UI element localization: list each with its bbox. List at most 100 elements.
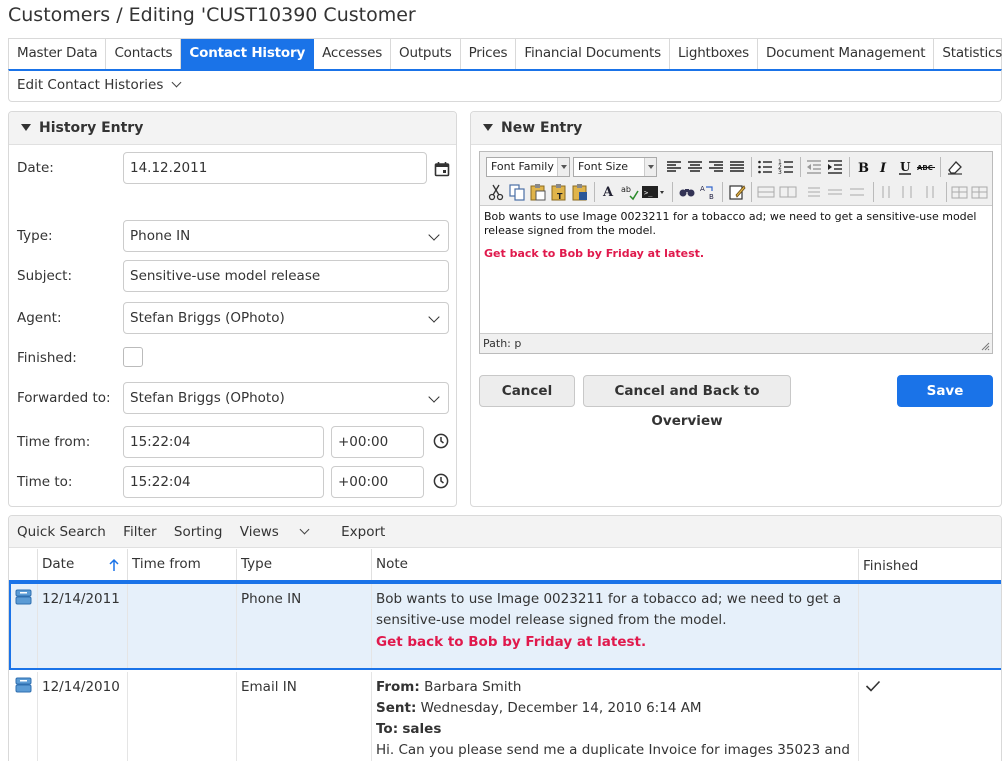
header-note[interactable]: Note (372, 549, 859, 580)
numbered-list-icon[interactable]: 123 (776, 157, 796, 177)
tab-financial-documents[interactable]: Financial Documents (516, 39, 670, 69)
agent-label: Agent: (17, 310, 62, 326)
from-value: Barbara Smith (424, 679, 522, 695)
clock-icon[interactable] (433, 433, 449, 449)
history-entry-header[interactable]: History Entry (9, 112, 456, 145)
tab-contacts[interactable]: Contacts (106, 39, 182, 69)
find-icon[interactable] (677, 182, 697, 202)
edit-contact-histories-label: Edit Contact Histories (17, 77, 164, 93)
font-size-label: Font Size (578, 160, 629, 173)
calendar-icon[interactable] (434, 161, 450, 177)
indent-icon[interactable] (825, 157, 845, 177)
editor-toolbar: Font Family Font Size 123 B I U ABC T A … (480, 152, 992, 206)
filter-button[interactable]: Filter (123, 524, 156, 540)
new-entry-header[interactable]: New Entry (471, 112, 1001, 145)
table-row[interactable]: 12/14/2011 Phone IN Bob wants to use Ima… (9, 582, 1001, 670)
table-merge-icons[interactable] (756, 182, 800, 202)
tab-outputs[interactable]: Outputs (391, 39, 461, 69)
time-from-input[interactable]: 15:22:04 (123, 426, 324, 458)
header-time-from[interactable]: Time from (128, 549, 237, 580)
table-row-icons[interactable] (804, 182, 870, 202)
eraser-icon[interactable] (945, 157, 965, 177)
resize-handle-icon[interactable] (980, 341, 990, 351)
tab-statistics[interactable]: Statistics (934, 39, 1006, 69)
time-to-input[interactable]: 15:22:04 (123, 466, 324, 498)
collapse-triangle-icon (483, 124, 493, 131)
header-date[interactable]: Date (38, 549, 128, 580)
tab-document-management[interactable]: Document Management (758, 39, 935, 69)
time-to-timezone[interactable]: +00:00 (331, 466, 424, 498)
align-right-icon[interactable] (706, 157, 726, 177)
code-icon[interactable]: >_ (641, 182, 665, 202)
bullet-list-icon[interactable] (755, 157, 775, 177)
editor-content[interactable]: Bob wants to use Image 0023211 for a tob… (480, 206, 992, 265)
tab-master-data[interactable]: Master Data (9, 39, 107, 69)
align-center-icon[interactable] (685, 157, 705, 177)
text-color-icon[interactable]: A (599, 182, 619, 202)
underline-icon[interactable]: U (895, 157, 915, 177)
agent-select[interactable]: Stefan Briggs (OPhoto) (123, 302, 449, 334)
paste-icon[interactable] (528, 182, 548, 202)
table-column-icons[interactable] (877, 182, 943, 202)
row-date: 12/14/2011 (38, 584, 128, 668)
edit-icon[interactable] (727, 182, 747, 202)
header-icon-column (9, 549, 38, 580)
table-row[interactable]: 12/14/2010 Email IN From: Barbara Smith … (9, 672, 1001, 761)
sorting-button[interactable]: Sorting (174, 524, 223, 540)
svg-text:U: U (900, 160, 911, 174)
tab-prices[interactable]: Prices (461, 39, 517, 69)
chevron-down-icon (428, 311, 440, 323)
header-finished[interactable]: Finished (859, 549, 1001, 580)
tab-contact-history[interactable]: Contact History (181, 39, 315, 69)
font-size-select[interactable]: Font Size (573, 157, 657, 177)
tab-lightboxes[interactable]: Lightboxes (670, 39, 758, 69)
email-to-line: To: sales (376, 719, 854, 740)
spellcheck-icon[interactable]: ab (620, 182, 640, 202)
row-type: Email IN (237, 672, 372, 761)
svg-text:I: I (879, 161, 887, 176)
row-finished (859, 672, 1001, 761)
date-field[interactable]: 14.12.2011 (123, 152, 427, 184)
type-value: Phone IN (130, 228, 191, 244)
replace-icon[interactable]: AB (698, 182, 718, 202)
sent-value: Wednesday, December 14, 2010 6:14 AM (420, 700, 702, 716)
to-label: To: (376, 721, 399, 737)
justify-icon[interactable] (727, 157, 747, 177)
toolbar-separator (940, 157, 941, 177)
table-icons[interactable] (950, 182, 990, 202)
header-type[interactable]: Type (237, 549, 372, 580)
chevron-down-icon (428, 229, 440, 241)
row-note: Bob wants to use Image 0023211 for a tob… (372, 584, 859, 668)
forwarded-to-select[interactable]: Stefan Briggs (OPhoto) (123, 382, 449, 414)
type-label: Type: (17, 228, 53, 244)
cancel-and-back-button[interactable]: Cancel and Back to Overview (583, 375, 791, 429)
edit-contact-histories-menu[interactable]: Edit Contact Histories (8, 69, 1002, 102)
clock-icon[interactable] (433, 473, 449, 489)
cut-icon[interactable] (486, 182, 506, 202)
bold-icon[interactable]: B (853, 157, 873, 177)
copy-icon[interactable] (507, 182, 527, 202)
tab-accesses[interactable]: Accesses (314, 39, 392, 69)
toolbar-separator (751, 182, 752, 202)
time-from-timezone[interactable]: +00:00 (331, 426, 424, 458)
quick-search-button[interactable]: Quick Search (17, 524, 106, 540)
font-family-select[interactable]: Font Family (486, 157, 570, 177)
italic-icon[interactable]: I (874, 157, 894, 177)
paste-text-icon[interactable]: T (549, 182, 569, 202)
views-menu[interactable]: Views (240, 524, 321, 540)
type-select[interactable]: Phone IN (123, 220, 449, 252)
toolbar-separator (594, 182, 595, 202)
paste-word-icon[interactable] (570, 182, 590, 202)
outdent-icon[interactable] (804, 157, 824, 177)
finished-checkbox[interactable] (123, 347, 143, 367)
time-to-label: Time to: (17, 474, 73, 490)
export-button[interactable]: Export (341, 524, 385, 540)
font-family-label: Font Family (491, 160, 554, 173)
cancel-button[interactable]: Cancel (479, 375, 575, 407)
subject-input[interactable]: Sensitive-use model release (123, 260, 449, 292)
strikethrough-icon[interactable]: ABC (916, 157, 936, 177)
align-left-icon[interactable] (664, 157, 684, 177)
editor-path-bar: Path: p (480, 333, 992, 353)
save-button[interactable]: Save (897, 375, 993, 407)
history-entry-title: History Entry (39, 120, 144, 136)
